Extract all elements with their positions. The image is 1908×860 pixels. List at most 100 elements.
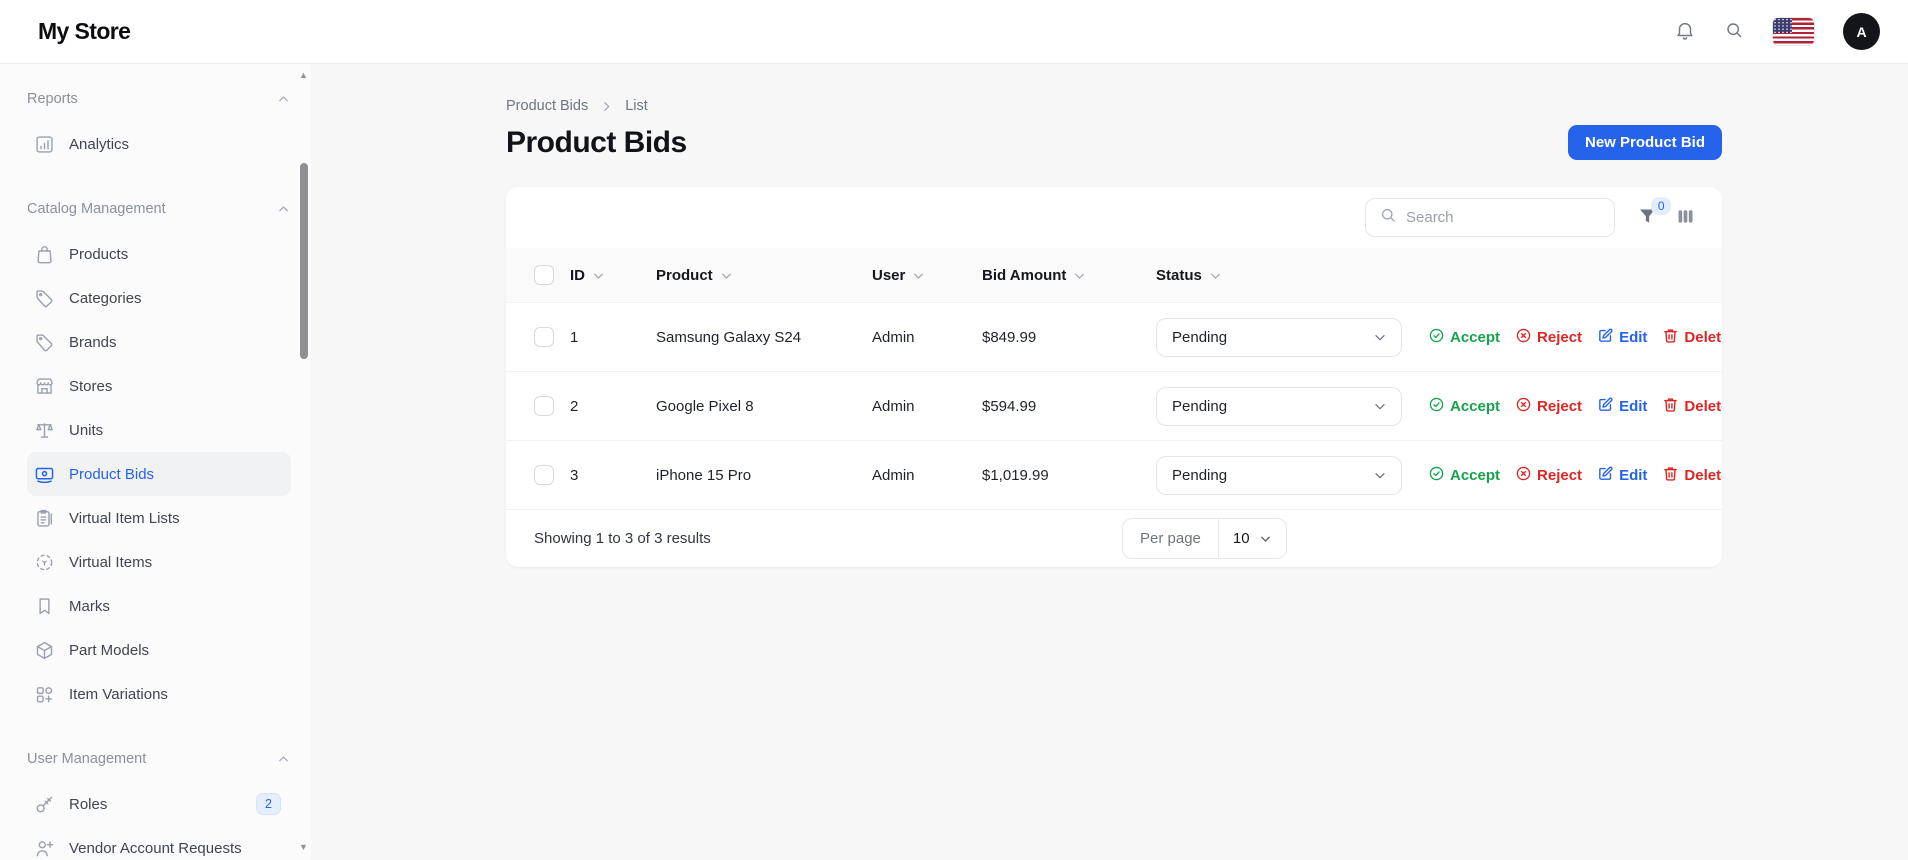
chevron-down-icon <box>719 268 734 283</box>
sidebar-scrollbar-thumb[interactable] <box>300 163 308 359</box>
sidebar-item-label: Item Variations <box>69 685 168 703</box>
key-icon <box>34 794 55 815</box>
table-search-input[interactable] <box>1406 209 1601 226</box>
x-circle-icon <box>1515 327 1532 348</box>
table-footer: Showing 1 to 3 of 3 results Per page 10 <box>506 510 1722 567</box>
sidebar-item-stores[interactable]: Stores <box>27 364 291 408</box>
cell-product: Google Pixel 8 <box>656 397 754 415</box>
column-header-bid-amount[interactable]: Bid Amount <box>982 267 1156 284</box>
columns-icon <box>1675 206 1696 230</box>
sidebar-item-label: Categories <box>69 289 142 307</box>
sidebar-item-product-bids[interactable]: Product Bids <box>27 452 291 496</box>
cell-id: 2 <box>570 397 579 415</box>
search-icon <box>1379 206 1397 229</box>
global-search-button[interactable] <box>1724 20 1744 43</box>
sidebar-section-header[interactable]: User Management <box>27 744 291 774</box>
sidebar-section-header[interactable]: Catalog Management <box>27 194 291 224</box>
chevron-down-icon <box>1372 329 1388 345</box>
check-circle-icon <box>1428 465 1445 486</box>
sidebar-item-vendor-account-requests[interactable]: Vendor Account Requests <box>27 826 291 860</box>
sidebar-item-label: Analytics <box>69 135 130 153</box>
sidebar-nav: Reports Analytics Catalog Management Pro… <box>0 64 311 860</box>
new-product-bid-button[interactable]: New Product Bid <box>1567 125 1722 160</box>
sidebar-item-virtual-items[interactable]: Virtual Items <box>27 540 291 584</box>
columns-button[interactable] <box>1675 206 1696 230</box>
status-select[interactable]: Pending <box>1156 317 1402 357</box>
cube-icon <box>34 640 55 661</box>
sidebar-item-item-variations[interactable]: Item Variations <box>27 672 291 716</box>
row-checkbox[interactable] <box>534 327 554 347</box>
sidebar-section-header[interactable]: Reports <box>27 84 291 114</box>
select-all-checkbox[interactable] <box>534 265 554 285</box>
cell-bid-amount: $1,019.99 <box>982 466 1049 484</box>
brand-logo: My Store <box>38 18 131 44</box>
edit-pencil-icon <box>1597 396 1614 417</box>
bar-chart-icon <box>34 134 55 155</box>
chevron-down-icon <box>911 268 926 283</box>
sidebar-item-roles[interactable]: Roles 2 <box>27 782 291 826</box>
edit-button[interactable]: Edit <box>1597 327 1647 348</box>
delete-button[interactable]: Delete <box>1662 396 1722 417</box>
page-title: Product Bids <box>506 125 687 159</box>
accept-button[interactable]: Accept <box>1428 327 1500 348</box>
cell-bid-amount: $849.99 <box>982 328 1037 346</box>
status-select[interactable]: Pending <box>1156 455 1402 495</box>
search-icon <box>1724 20 1744 43</box>
row-checkbox[interactable] <box>534 465 554 485</box>
column-header-product[interactable]: Product <box>656 267 872 284</box>
reject-button[interactable]: Reject <box>1515 396 1582 417</box>
sidebar-scroll-up-arrow[interactable]: ▲ <box>298 70 309 81</box>
reject-button[interactable]: Reject <box>1515 465 1582 486</box>
bookmark-icon <box>34 596 55 617</box>
filter-button[interactable]: 0 <box>1637 196 1671 230</box>
table-header-row: ID Product User Bid Amount Status <box>506 248 1722 303</box>
sidebar-item-label: Roles <box>69 795 108 813</box>
sidebar-item-label: Virtual Items <box>69 553 153 571</box>
table-row: 1 Samsung Galaxy S24 Admin $849.99 Pendi… <box>506 303 1722 372</box>
row-actions: Accept Reject Edit Delete <box>1428 465 1722 486</box>
delete-button[interactable]: Delete <box>1662 465 1722 486</box>
column-header-status[interactable]: Status <box>1156 267 1428 284</box>
accept-button[interactable]: Accept <box>1428 396 1500 417</box>
accept-button[interactable]: Accept <box>1428 465 1500 486</box>
sidebar-item-part-models[interactable]: Part Models <box>27 628 291 672</box>
table-toolbar: 0 <box>506 187 1722 248</box>
delete-button[interactable]: Delete <box>1662 327 1722 348</box>
chevron-up-icon <box>276 202 291 217</box>
sidebar-item-products[interactable]: Products <box>27 232 291 276</box>
reject-button[interactable]: Reject <box>1515 327 1582 348</box>
sidebar-item-units[interactable]: Units <box>27 408 291 452</box>
per-page-select[interactable]: 10 <box>1219 519 1286 558</box>
sidebar-item-marks[interactable]: Marks <box>27 584 291 628</box>
sidebar-item-brands[interactable]: Brands <box>27 320 291 364</box>
sidebar-item-label: Brands <box>69 333 117 351</box>
notifications-button[interactable] <box>1674 19 1696 44</box>
language-flag-us[interactable] <box>1772 17 1815 46</box>
edit-button[interactable]: Edit <box>1597 465 1647 486</box>
sidebar-section-label: User Management <box>27 751 147 767</box>
status-select[interactable]: Pending <box>1156 386 1402 426</box>
edit-button[interactable]: Edit <box>1597 396 1647 417</box>
column-header-id[interactable]: ID <box>570 267 656 284</box>
header-actions: A <box>1674 13 1880 50</box>
sidebar-section-label: Catalog Management <box>27 201 166 217</box>
column-header-user[interactable]: User <box>872 267 982 284</box>
status-value: Pending <box>1172 328 1228 346</box>
sidebar: Reports Analytics Catalog Management Pro… <box>0 64 311 860</box>
clipboard-list-icon <box>34 508 55 529</box>
sidebar-item-categories[interactable]: Categories <box>27 276 291 320</box>
breadcrumb-parent[interactable]: Product Bids <box>506 98 588 114</box>
sidebar-scroll-down-arrow[interactable]: ▼ <box>298 842 309 853</box>
sidebar-item-label: Part Models <box>69 641 150 659</box>
user-avatar[interactable]: A <box>1843 13 1880 50</box>
breadcrumb-current[interactable]: List <box>625 98 648 114</box>
chevron-down-icon <box>1258 531 1273 546</box>
cell-bid-amount: $594.99 <box>982 397 1037 415</box>
scales-icon <box>34 420 55 441</box>
sidebar-item-analytics[interactable]: Analytics <box>27 122 291 166</box>
row-checkbox[interactable] <box>534 396 554 416</box>
chevron-down-icon <box>1208 268 1223 283</box>
sidebar-item-virtual-item-lists[interactable]: Virtual Item Lists <box>27 496 291 540</box>
check-circle-icon <box>1428 327 1445 348</box>
sidebar-item-label: Marks <box>69 597 110 615</box>
